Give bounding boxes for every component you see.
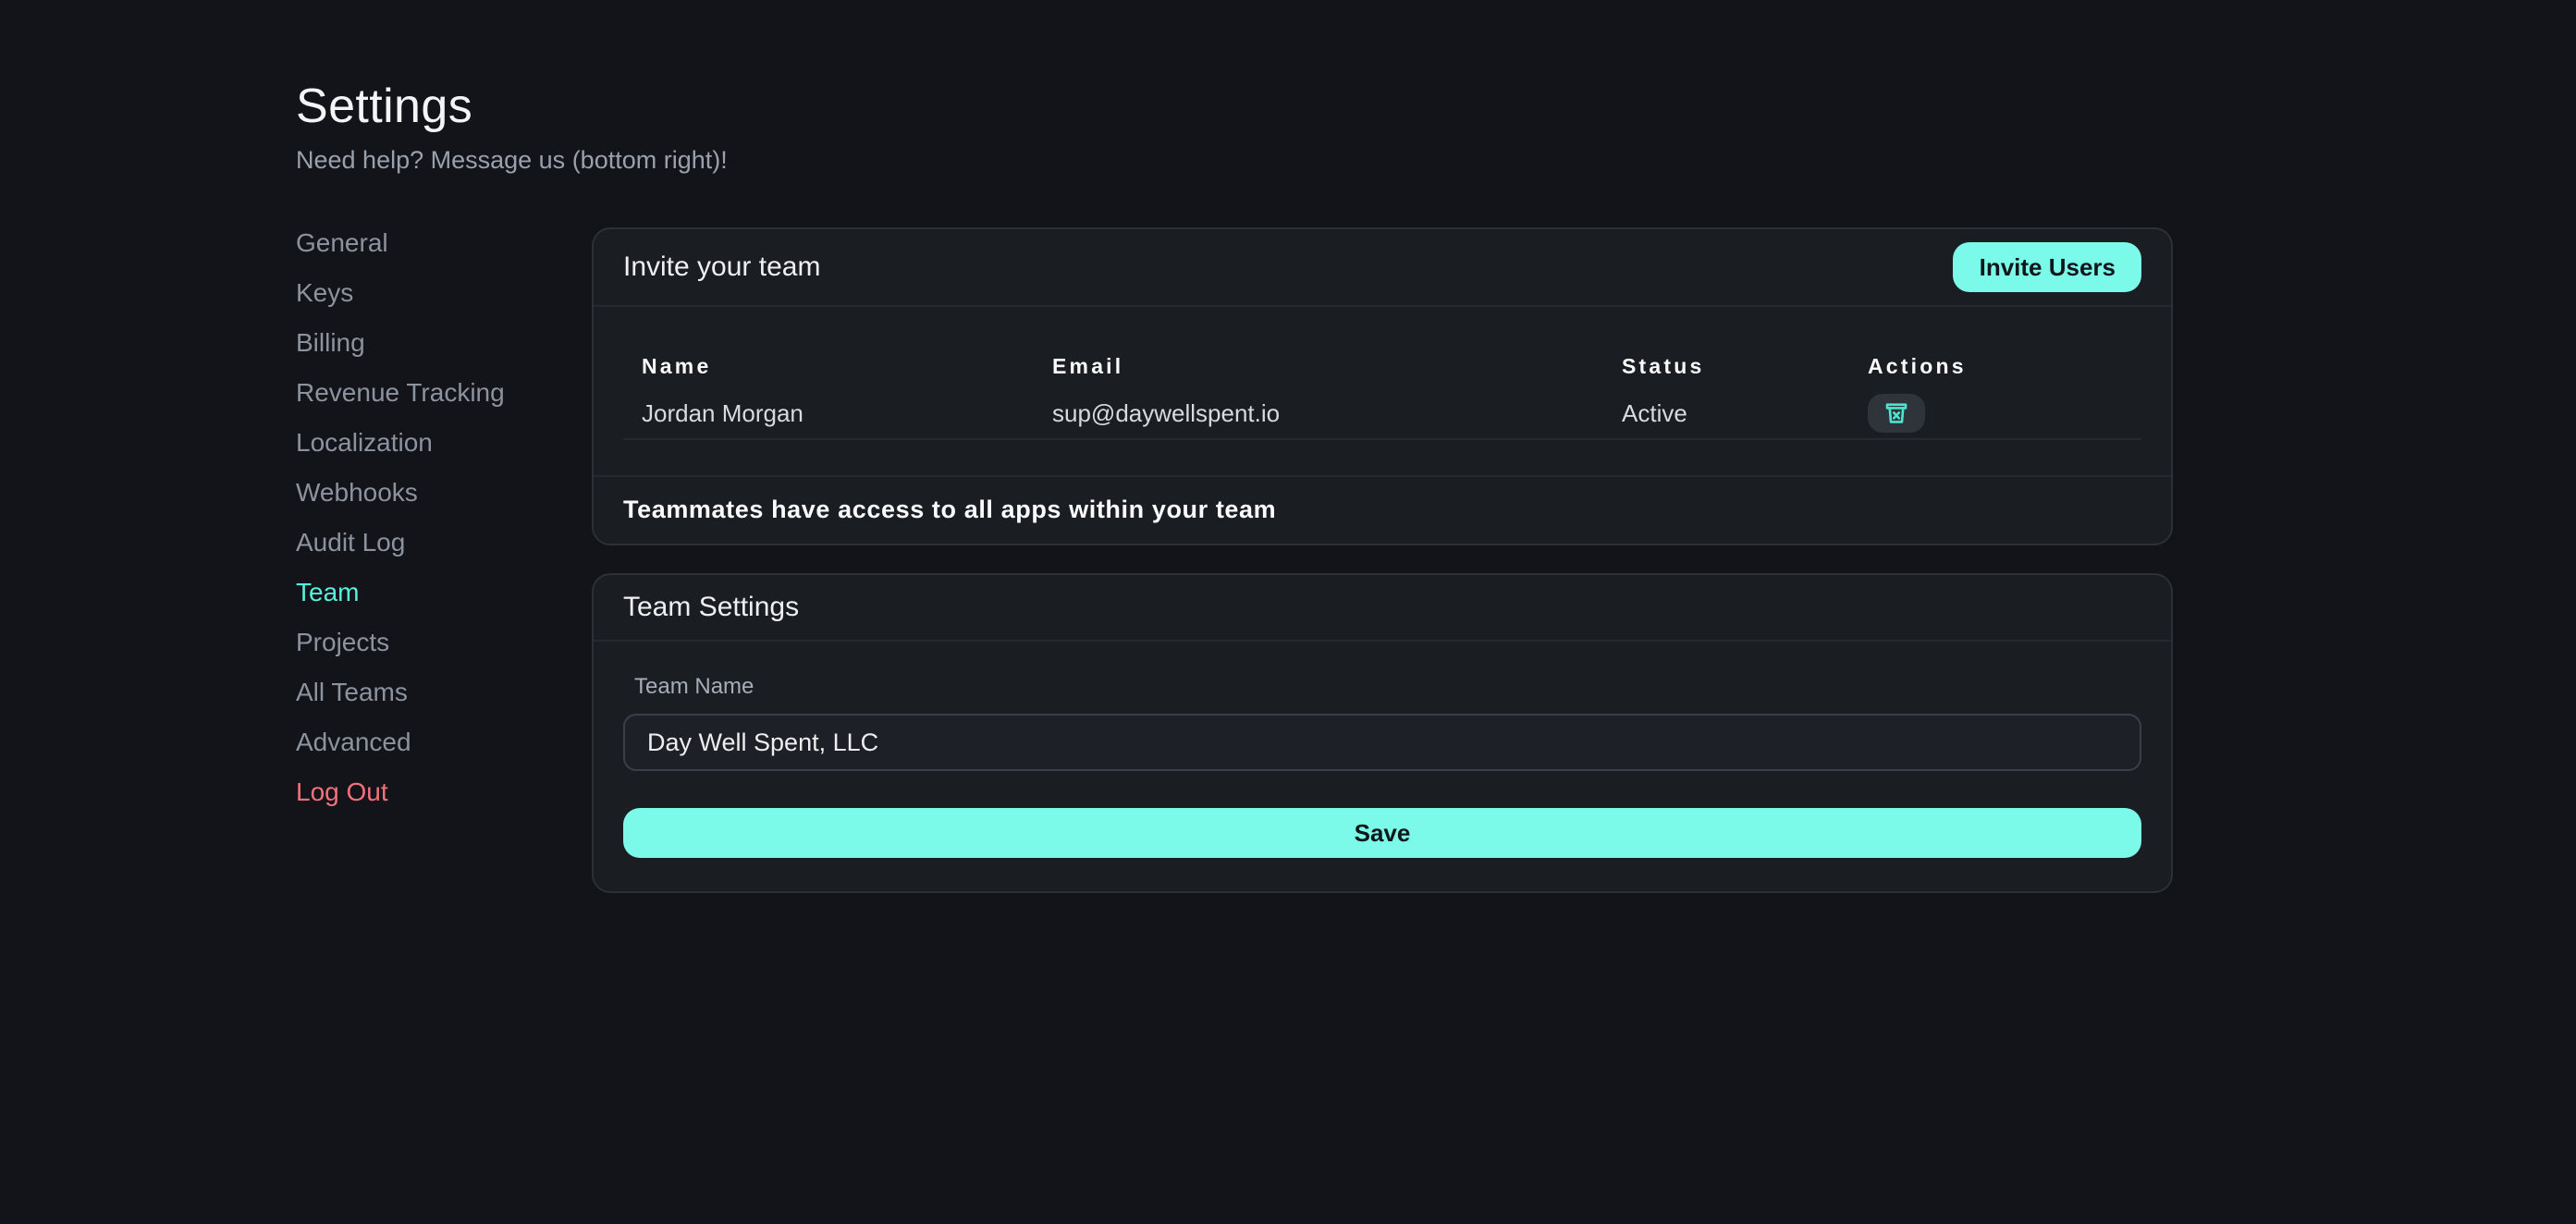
page-title: Settings: [296, 78, 2576, 135]
page-subtitle: Need help? Message us (bottom right)!: [296, 146, 2576, 176]
table-header-row: Name Email Status Actions: [594, 306, 2171, 387]
member-name-cell: Jordan Morgan: [623, 399, 1052, 427]
invite-team-card: Invite your team Invite Users Name Email…: [592, 226, 2173, 545]
sidebar-item-audit-log[interactable]: Audit Log: [296, 516, 592, 566]
settings-sidebar: General Keys Billing Revenue Tracking Lo…: [296, 216, 592, 892]
sidebar-list: General Keys Billing Revenue Tracking Lo…: [296, 216, 592, 815]
team-name-label: Team Name: [634, 675, 2141, 697]
sidebar-item-webhooks[interactable]: Webhooks: [296, 466, 592, 516]
team-name-input[interactable]: [623, 714, 2141, 771]
invite-card-header: Invite your team Invite Users: [594, 228, 2171, 306]
sidebar-item-billing[interactable]: Billing: [296, 316, 592, 366]
member-email-cell: sup@daywellspent.io: [1052, 399, 1622, 427]
team-settings-header: Team Settings: [594, 575, 2171, 642]
trash-x-icon: [1883, 399, 1910, 427]
sidebar-item-general[interactable]: General: [296, 216, 592, 266]
column-header-name: Name: [623, 356, 1052, 378]
member-actions-cell: [1868, 394, 2141, 433]
settings-layout: General Keys Billing Revenue Tracking Lo…: [0, 176, 2576, 892]
column-header-status: Status: [1622, 356, 1868, 378]
column-header-actions: Actions: [1868, 356, 2141, 378]
settings-content: Invite your team Invite Users Name Email…: [592, 226, 2173, 892]
remove-member-button[interactable]: [1868, 394, 1925, 433]
sidebar-item-all-teams[interactable]: All Teams: [296, 666, 592, 716]
team-members-table: Name Email Status Actions Jordan Morgan …: [594, 306, 2171, 476]
sidebar-item-log-out[interactable]: Log Out: [296, 765, 592, 815]
sidebar-item-revenue-tracking[interactable]: Revenue Tracking: [296, 366, 592, 416]
sidebar-item-localization[interactable]: Localization: [296, 416, 592, 466]
team-settings-card: Team Settings Team Name Save: [592, 573, 2173, 892]
sidebar-item-keys[interactable]: Keys: [296, 266, 592, 316]
page-header: Settings Need help? Message us (bottom r…: [0, 0, 2576, 176]
invite-card-title: Invite your team: [623, 251, 820, 282]
sidebar-item-advanced[interactable]: Advanced: [296, 716, 592, 765]
save-button[interactable]: Save: [623, 808, 2141, 857]
column-header-email: Email: [1052, 356, 1622, 378]
invite-users-button[interactable]: Invite Users: [1954, 241, 2141, 291]
table-divider: [594, 440, 2171, 476]
sidebar-item-team[interactable]: Team: [296, 566, 592, 616]
invite-card-footnote: Teammates have access to all apps within…: [594, 476, 2171, 544]
team-settings-title: Team Settings: [623, 592, 799, 623]
team-settings-body: Team Name Save: [594, 642, 2171, 890]
table-row: Jordan Morgan sup@daywellspent.io Active: [623, 387, 2141, 440]
member-status-cell: Active: [1622, 399, 1868, 427]
sidebar-item-projects[interactable]: Projects: [296, 616, 592, 666]
settings-page: Settings Need help? Message us (bottom r…: [0, 0, 2576, 1224]
